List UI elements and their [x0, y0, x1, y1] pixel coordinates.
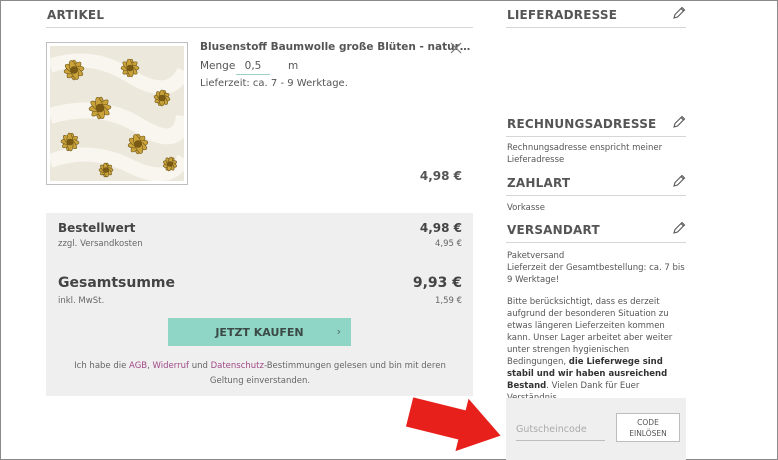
- order-value-label: Bestellwert: [58, 221, 136, 235]
- shipping-heading: VERSANDART: [507, 223, 600, 237]
- divider: [506, 242, 686, 243]
- divider: [506, 27, 686, 28]
- product-name[interactable]: Blusenstoff Baumwolle große Blüten - nat…: [200, 41, 470, 53]
- product-image[interactable]: [46, 42, 188, 185]
- pencil-icon[interactable]: [671, 5, 687, 21]
- fabric-flower-image: [50, 46, 184, 181]
- buy-now-button[interactable]: JETZT KAUFEN ›: [168, 318, 351, 346]
- coupon-input[interactable]: [516, 418, 605, 441]
- agb-link[interactable]: AGB: [129, 361, 147, 371]
- item-price: 4,98 €: [419, 169, 462, 183]
- chevron-right-icon: ›: [336, 325, 341, 338]
- terms-comma: ,: [147, 361, 150, 371]
- order-value: 4,98 €: [419, 221, 462, 235]
- red-arrow-icon: [405, 397, 501, 452]
- shipping-notice: Bitte berücksichtigt, dass es derzeit au…: [507, 296, 687, 404]
- billing-address-heading: RECHNUNGSADRESSE: [507, 117, 657, 131]
- terms-text: Ich habe die AGB, Widerruf und Datenschu…: [60, 359, 460, 389]
- shipping-label: zzgl. Versandkosten: [58, 239, 143, 249]
- widerruf-link[interactable]: Widerruf: [153, 361, 189, 371]
- divider: [46, 27, 473, 28]
- pencil-icon[interactable]: [671, 173, 687, 189]
- redeem-label-line2: EINLÖSEN: [629, 429, 667, 438]
- quantity-unit: m: [288, 60, 299, 72]
- buy-now-label: JETZT KAUFEN: [215, 325, 304, 339]
- redeem-label-line1: CODE: [637, 418, 659, 427]
- pencil-icon[interactable]: [671, 220, 687, 236]
- total-label: Gesamtsumme: [58, 275, 176, 291]
- billing-address-text: Rechnungsadresse enspricht meiner Liefer…: [507, 143, 663, 165]
- delivery-time: Lieferzeit: ca. 7 - 9 Werktage.: [200, 78, 348, 89]
- delivery-address-heading: LIEFERADRESSE: [507, 8, 618, 22]
- datenschutz-link[interactable]: Datenschutz: [211, 361, 264, 371]
- pencil-icon[interactable]: [671, 114, 687, 130]
- total-value: 9,93 €: [412, 275, 462, 291]
- shipping-method: Paketversand: [507, 251, 565, 261]
- payment-text: Vorkasse: [507, 203, 545, 213]
- close-icon[interactable]: [449, 41, 463, 55]
- cart-heading: ARTIKEL: [47, 8, 105, 22]
- payment-heading: ZAHLART: [507, 176, 571, 190]
- divider: [506, 195, 686, 196]
- vat-label: inkl. MwSt.: [58, 296, 105, 306]
- terms-prefix: Ich habe die: [74, 361, 127, 371]
- divider: [506, 136, 686, 137]
- quantity-label: Menge: [200, 60, 236, 72]
- shipping-delivery-time: Lieferzeit der Gesamtbestellung: ca. 7 b…: [507, 263, 685, 285]
- quantity-input[interactable]: [236, 58, 270, 75]
- redeem-code-button[interactable]: CODE EINLÖSEN: [616, 413, 680, 442]
- terms-and: und: [191, 361, 208, 371]
- vat-value: 1,59 €: [434, 296, 462, 306]
- shipping-value: 4,95 €: [434, 239, 462, 249]
